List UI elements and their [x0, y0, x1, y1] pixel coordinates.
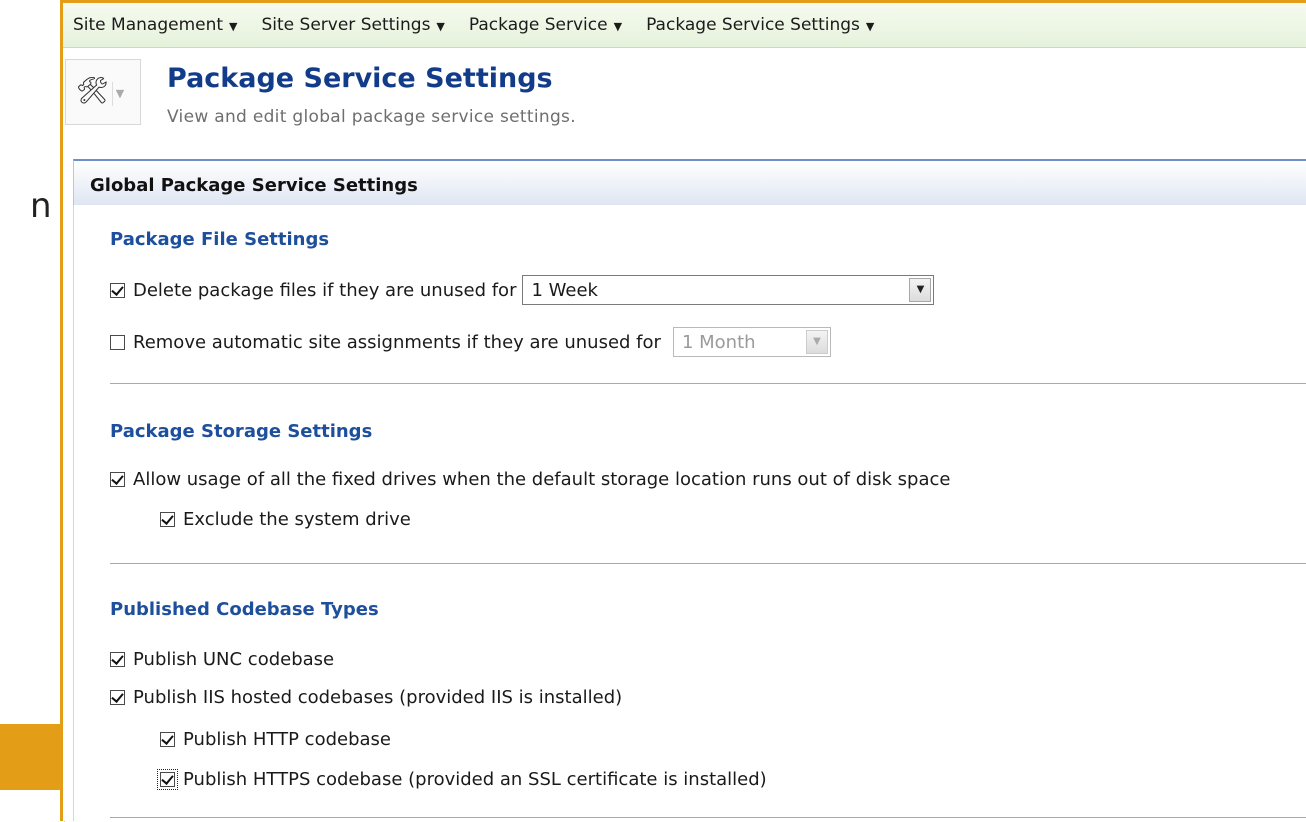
exclude-system-drive-checkbox[interactable] — [160, 512, 175, 527]
divider — [110, 563, 1306, 564]
chevron-down-icon: ▼ — [805, 330, 828, 354]
tools-icon: 🛠 — [76, 76, 110, 106]
publish-unc-row: Publish UNC codebase — [110, 649, 334, 670]
top-navigation-bar: Site Management ▼ Site Server Settings ▼ P… — [63, 3, 1306, 48]
group-title-published-codebase-types: Published Codebase Types — [110, 599, 379, 620]
settings-window: Site Management ▼ Site Server Settings ▼ P… — [60, 0, 1306, 821]
delete-files-checkbox[interactable] — [110, 282, 125, 298]
remove-assignments-checkbox[interactable] — [110, 334, 125, 350]
publish-https-row: Publish HTTPS codebase (provided an SSL … — [157, 769, 767, 790]
exclude-system-drive-row: Exclude the system drive — [160, 509, 411, 530]
remove-assignments-label: Remove automatic site assignments if the… — [133, 331, 661, 353]
page-icon-menu[interactable]: 🛠 ▼ — [65, 59, 141, 125]
delete-files-row: Delete package files if they are unused … — [110, 275, 935, 305]
chevron-down-icon: ▼ — [909, 278, 932, 302]
section-header: Global Package Service Settings — [73, 159, 1306, 205]
allow-fixed-drives-label: Allow usage of all the fixed drives when… — [133, 469, 951, 490]
divider — [110, 383, 1306, 384]
remove-assignments-row: Remove automatic site assignments if the… — [110, 327, 831, 357]
publish-http-label: Publish HTTP codebase — [183, 729, 391, 750]
delete-files-label: Delete package files if they are unused … — [133, 279, 517, 301]
nav-package-service[interactable]: Package Service ▼ — [469, 15, 622, 35]
chevron-down-icon: ▼ — [436, 20, 445, 33]
delete-files-period-select[interactable]: 1 Week ▼ — [522, 275, 935, 305]
delete-files-period-value: 1 Week — [531, 279, 598, 301]
section-panel: Package File Settings Delete package fil… — [73, 205, 1306, 821]
remove-assignments-period-value: 1 Month — [681, 331, 756, 353]
publish-unc-label: Publish UNC codebase — [133, 649, 335, 670]
publish-http-row: Publish HTTP codebase — [160, 729, 391, 750]
publish-unc-checkbox[interactable] — [110, 652, 125, 667]
publish-https-label: Publish HTTPS codebase (provided an SSL … — [183, 769, 767, 790]
nav-site-server-settings[interactable]: Site Server Settings ▼ — [262, 15, 445, 35]
nav-package-service-settings[interactable]: Package Service Settings ▼ — [646, 15, 874, 35]
nav-site-management[interactable]: Site Management ▼ — [73, 15, 238, 35]
publish-http-checkbox[interactable] — [160, 732, 175, 747]
allow-fixed-drives-row: Allow usage of all the fixed drives when… — [110, 469, 950, 490]
group-title-package-file-settings: Package File Settings — [110, 229, 330, 250]
remove-assignments-period-select[interactable]: 1 Month ▼ — [672, 327, 831, 357]
publish-iis-row: Publish IIS hosted codebases (provided I… — [110, 687, 622, 708]
page-title: Package Service Settings — [167, 63, 553, 94]
group-title-package-storage-settings: Package Storage Settings — [110, 421, 373, 442]
publish-iis-checkbox[interactable] — [110, 690, 125, 705]
divider — [110, 817, 1306, 818]
chevron-down-icon: ▼ — [865, 20, 875, 33]
chevron-down-icon: ▼ — [112, 82, 127, 106]
chevron-down-icon: ▼ — [229, 20, 238, 33]
chevron-down-icon: ▼ — [613, 20, 623, 33]
exclude-system-drive-label: Exclude the system drive — [183, 509, 411, 530]
allow-fixed-drives-checkbox[interactable] — [110, 472, 125, 487]
publish-iis-label: Publish IIS hosted codebases (provided I… — [133, 687, 623, 708]
stray-text: n — [30, 186, 52, 226]
page-subtitle: View and edit global package service set… — [167, 107, 576, 127]
publish-https-checkbox[interactable] — [157, 769, 178, 790]
